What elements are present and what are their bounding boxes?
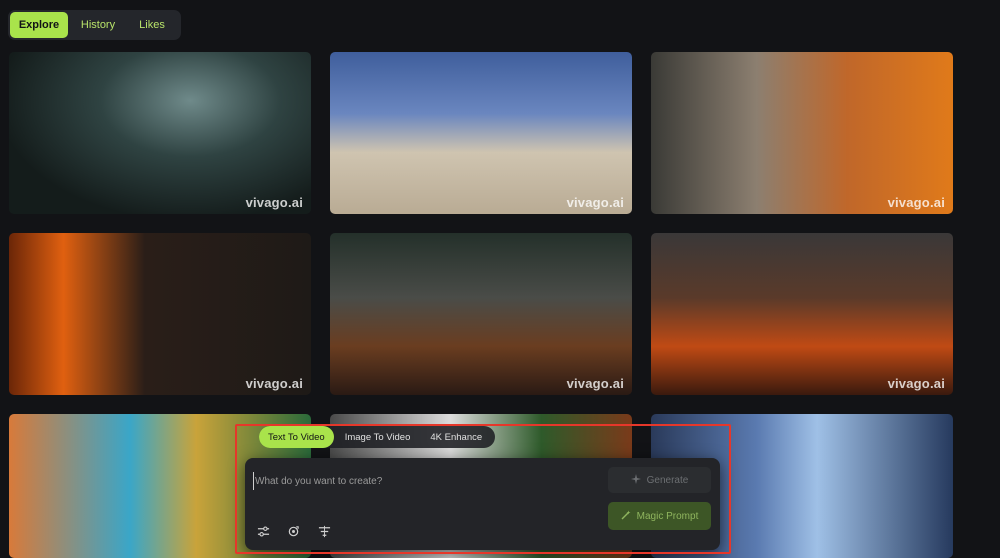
gallery-card[interactable]: vivago.ai [330,52,632,214]
prompt-input[interactable] [253,472,603,490]
generate-button[interactable]: Generate [608,467,711,493]
gallery-card[interactable]: vivago.ai [330,233,632,395]
gallery-card[interactable]: vivago.ai [651,233,953,395]
watermark: vivago.ai [887,195,945,210]
watermark: vivago.ai [245,195,303,210]
watermark: vivago.ai [245,376,303,391]
filter-icon[interactable] [316,523,332,539]
tab-likes[interactable]: Likes [128,12,176,38]
generate-label: Generate [646,474,689,486]
tab-history[interactable]: History [70,12,126,38]
watermark: vivago.ai [566,195,624,210]
sparkle-icon [630,473,641,487]
tab-text-to-video[interactable]: Text To Video [259,426,334,448]
gallery-card[interactable]: vivago.ai [651,52,953,214]
tab-image-to-video[interactable]: Image To Video [336,426,420,448]
sliders-icon[interactable] [255,523,271,539]
watermark: vivago.ai [566,376,624,391]
watermark: vivago.ai [887,376,945,391]
nav-tabs: Explore History Likes [8,10,181,40]
gallery-card[interactable]: vivago.ai [9,52,311,214]
tab-4k-enhance[interactable]: 4K Enhance [421,426,491,448]
mode-tabs: Text To Video Image To Video 4K Enhance [259,426,496,448]
loop-icon[interactable] [285,523,301,539]
tab-explore[interactable]: Explore [10,12,68,38]
magic-prompt-label: Magic Prompt [636,510,699,522]
gallery-card[interactable]: vivago.ai [9,233,311,395]
magic-prompt-button[interactable]: Magic Prompt [608,502,711,530]
magic-wand-icon [621,510,631,523]
